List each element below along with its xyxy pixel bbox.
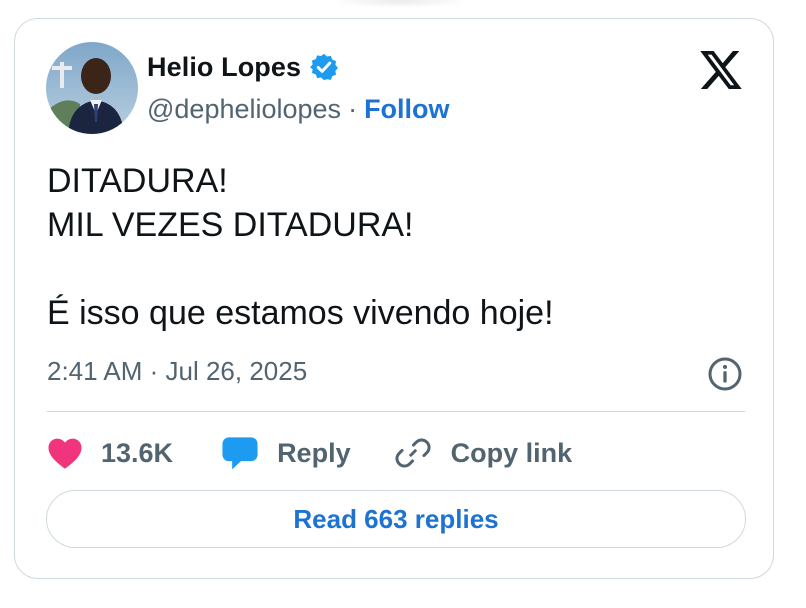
- like-button[interactable]: 13.6K: [47, 436, 173, 470]
- author-display-name[interactable]: Helio Lopes: [147, 52, 301, 83]
- author-name-row: Helio Lopes: [147, 49, 339, 85]
- tweet-embed-card: Helio Lopes @depheliolopes · Follow DITA…: [14, 18, 774, 579]
- x-logo-icon[interactable]: [700, 51, 742, 89]
- separator-dot: ·: [348, 93, 358, 124]
- author-handle-row: @depheliolopes · Follow: [147, 91, 450, 127]
- tweet-timestamp[interactable]: 2:41 AM · Jul 26, 2025: [47, 356, 307, 387]
- heart-icon: [48, 438, 82, 469]
- copy-link-button[interactable]: Copy link: [395, 435, 573, 471]
- reply-label: Reply: [277, 437, 351, 468]
- follow-button[interactable]: Follow: [364, 94, 449, 125]
- like-count: 13.6K: [101, 437, 174, 468]
- avatar-image: [46, 42, 138, 134]
- top-shadow: [330, 0, 470, 8]
- copy-link-label: Copy link: [450, 437, 573, 468]
- verified-badge-icon: [310, 53, 339, 81]
- speech-bubble-icon: [222, 437, 258, 470]
- author-handle[interactable]: @depheliolopes: [147, 94, 341, 125]
- avatar[interactable]: [46, 42, 138, 134]
- link-icon: [395, 438, 431, 468]
- read-replies-button[interactable]: Read 663 replies: [46, 490, 746, 548]
- tweet-text: DITADURA! MIL VEZES DITADURA! É isso que…: [47, 162, 554, 332]
- divider: [47, 411, 745, 412]
- reply-button[interactable]: Reply: [221, 435, 351, 471]
- tweet-actions: 13.6K Reply Copy link: [47, 431, 572, 475]
- info-icon[interactable]: [707, 356, 743, 392]
